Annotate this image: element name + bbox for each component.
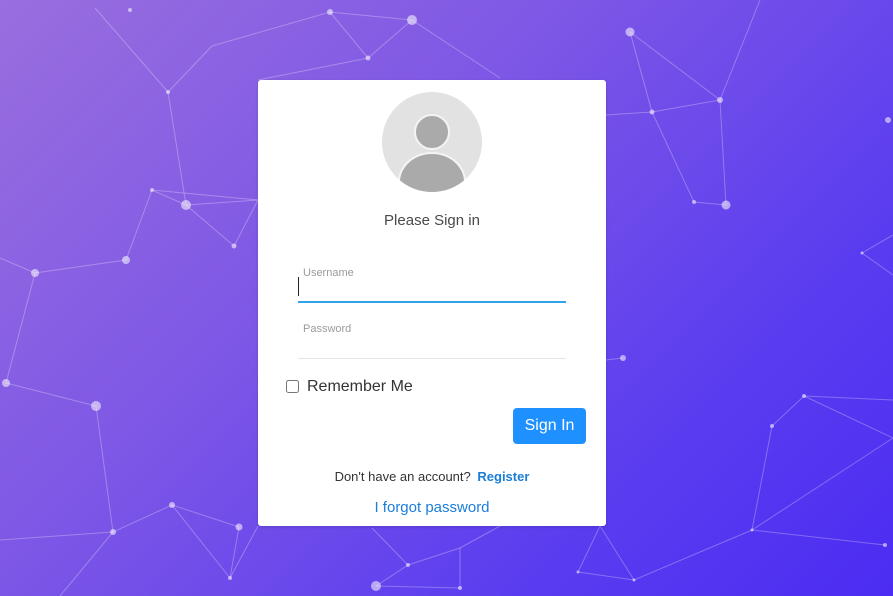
password-input[interactable] (298, 334, 568, 356)
no-account-text: Don't have an account? (334, 469, 471, 484)
username-underline (298, 301, 566, 303)
remember-checkbox[interactable] (286, 380, 299, 393)
login-title: Please Sign in (384, 212, 480, 229)
avatar-body (398, 152, 466, 192)
username-field[interactable]: Username (298, 264, 568, 304)
register-link[interactable]: Register (477, 469, 529, 484)
username-input[interactable] (298, 278, 568, 300)
avatar-head (414, 114, 450, 150)
register-prompt: Don't have an account? Register (258, 469, 606, 484)
sign-in-button[interactable]: Sign In (513, 408, 586, 444)
forgot-password-link[interactable]: I forgot password (258, 499, 606, 516)
password-underline (298, 358, 566, 359)
login-card: Please Sign in Username Password Remembe… (258, 80, 606, 526)
user-avatar-icon (382, 92, 482, 192)
password-field[interactable]: Password (298, 320, 568, 360)
remember-label[interactable]: Remember Me (307, 378, 413, 396)
text-caret (298, 277, 299, 296)
